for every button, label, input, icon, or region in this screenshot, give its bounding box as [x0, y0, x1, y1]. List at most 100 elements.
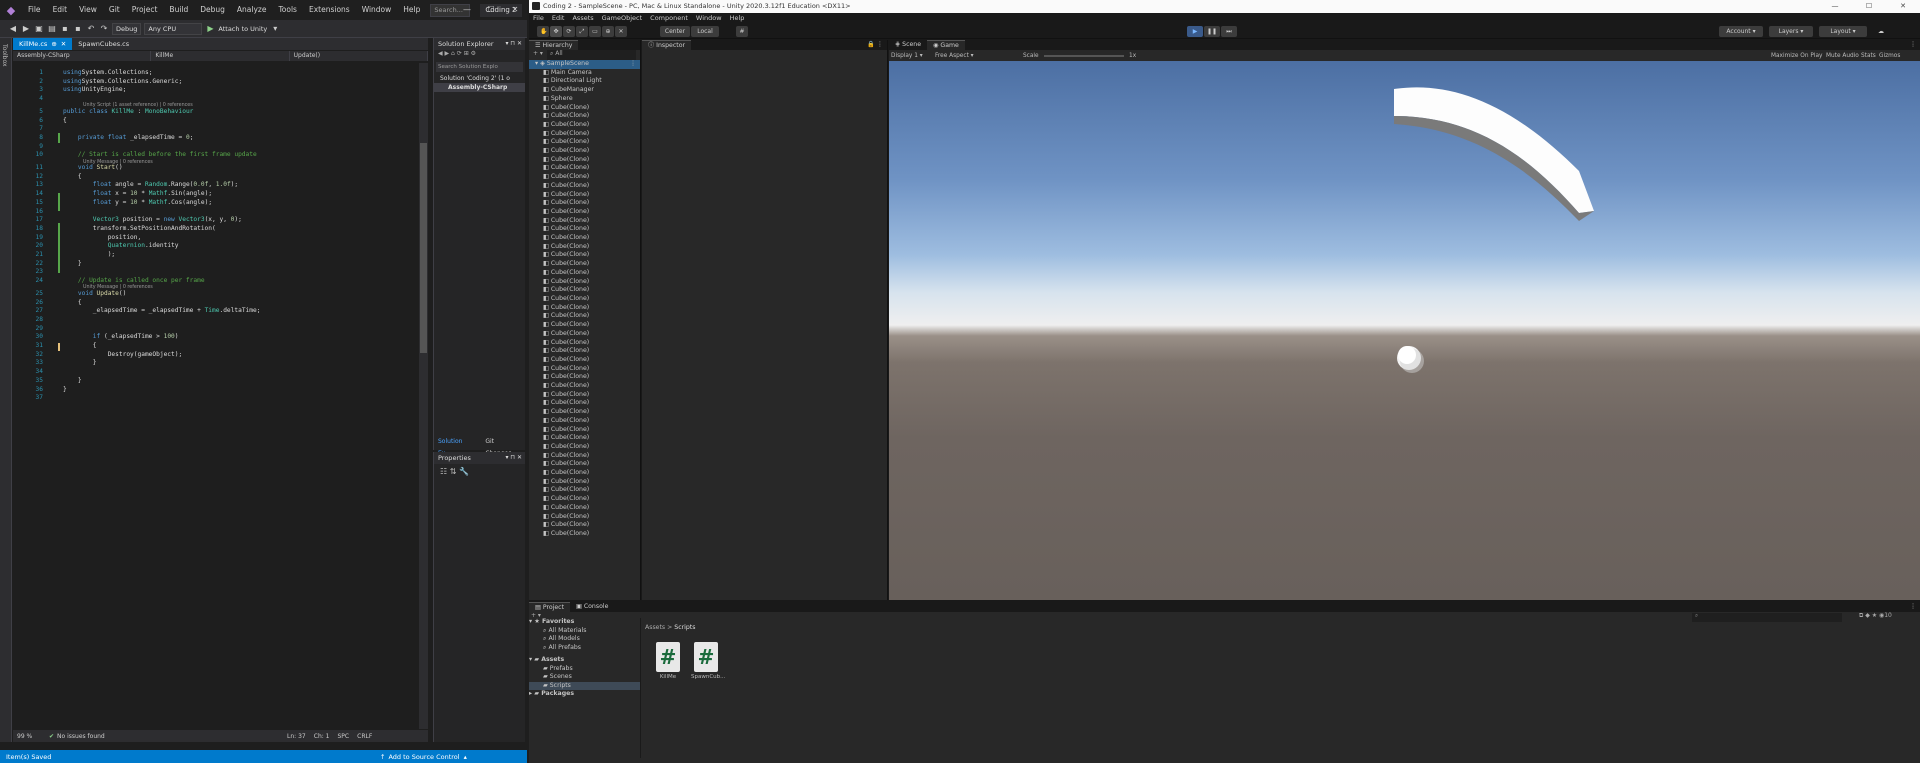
project-node[interactable]: Assembly-CSharp: [434, 83, 525, 92]
lock-icon[interactable]: 🔒 ⋮: [867, 40, 887, 50]
code-line[interactable]: Destroy(gameObject);: [63, 351, 183, 358]
code-line[interactable]: float x = 10 * Mathf.Sin(angle);: [63, 190, 212, 197]
script-file-spawncubes[interactable]: # SpawnCub...: [691, 642, 725, 680]
hierarchy-item-cube-clone[interactable]: ◧ Cube(Clone): [535, 156, 640, 165]
scale-tool-icon[interactable]: ⤢: [576, 26, 588, 37]
hierarchy-item-cube-clone[interactable]: ◧ Cube(Clone): [535, 356, 640, 365]
close-icon[interactable]: ✕: [1886, 0, 1920, 13]
breadcrumb-scripts[interactable]: Scripts: [674, 624, 695, 631]
pivot-center-button[interactable]: Center: [660, 26, 690, 37]
folder-item[interactable]: ▰ Scenes: [529, 673, 640, 682]
code-line[interactable]: }: [63, 377, 82, 384]
hierarchy-item-cube-clone[interactable]: ◧ Cube(Clone): [535, 217, 640, 226]
hierarchy-item-cube-clone[interactable]: ◧ Cube(Clone): [535, 138, 640, 147]
gizmos-toggle[interactable]: Gizmos: [1879, 51, 1900, 61]
favorite-item[interactable]: ⌕ All Prefabs: [529, 644, 640, 653]
mute-audio-toggle[interactable]: Mute Audio: [1826, 51, 1859, 61]
editor-vertical-scrollbar[interactable]: [419, 63, 428, 729]
more-icon[interactable]: ⋮: [1910, 602, 1920, 612]
hierarchy-item[interactable]: ◧ Sphere: [535, 95, 640, 104]
unity-menu-item[interactable]: Assets: [568, 13, 597, 24]
maximize-icon[interactable]: ☐: [479, 0, 503, 20]
code-line[interactable]: transform.SetPositionAndRotation(: [63, 225, 216, 232]
vs-menu-item[interactable]: Window: [356, 0, 398, 20]
hierarchy-item-cube-clone[interactable]: ◧ Cube(Clone): [535, 251, 640, 260]
hierarchy-item-cube-clone[interactable]: ◧ Cube(Clone): [535, 330, 640, 339]
source-control-button[interactable]: Add to Source Control: [388, 753, 459, 761]
hierarchy-item-cube-clone[interactable]: ◧ Cube(Clone): [535, 513, 640, 522]
hierarchy-item-cube-clone[interactable]: ◧ Cube(Clone): [535, 339, 640, 348]
maximize-icon[interactable]: ☐: [1852, 0, 1886, 13]
hierarchy-item-cube-clone[interactable]: ◧ Cube(Clone): [535, 234, 640, 243]
hierarchy-item-cube-clone[interactable]: ◧ Cube(Clone): [535, 504, 640, 513]
tab-game[interactable]: ◉ Game: [927, 40, 965, 50]
hierarchy-item-cube-clone[interactable]: ◧ Cube(Clone): [535, 530, 640, 539]
code-area[interactable]: 1 usingSystem.Collections; 2 usingSystem.Co…: [13, 63, 418, 729]
hierarchy-item-cube-clone[interactable]: ◧ Cube(Clone): [535, 408, 640, 417]
hierarchy-item-cube-clone[interactable]: ◧ Cube(Clone): [535, 295, 640, 304]
hierarchy-item-cube-clone[interactable]: ◧ Cube(Clone): [535, 321, 640, 330]
pin-icon[interactable]: ⊕: [51, 38, 56, 50]
code-line[interactable]: }: [63, 359, 97, 366]
hierarchy-item-cube-clone[interactable]: ◧ Cube(Clone): [535, 112, 640, 121]
code-line[interactable]: usingUnityEngine;: [63, 86, 126, 93]
code-line[interactable]: );: [63, 251, 115, 258]
hierarchy-item-cube-clone[interactable]: ◧ Cube(Clone): [535, 373, 640, 382]
cloud-icon[interactable]: ☁: [1874, 26, 1888, 37]
code-line[interactable]: usingSystem.Collections.Generic;: [63, 78, 182, 85]
hierarchy-item-cube-clone[interactable]: ◧ Cube(Clone): [535, 486, 640, 495]
tab-hierarchy[interactable]: ☰ Hierarchy: [529, 40, 579, 50]
tab-project[interactable]: ▤ Project: [529, 602, 570, 612]
hierarchy-item-cube-clone[interactable]: ◧ Cube(Clone): [535, 391, 640, 400]
breadcrumb-assets[interactable]: Assets: [645, 624, 665, 631]
codelens-hint[interactable]: Unity Message | 0 references: [83, 160, 153, 165]
code-line[interactable]: position,: [63, 234, 142, 241]
hierarchy-item-cube-clone[interactable]: ◧ Cube(Clone): [535, 495, 640, 504]
unity-menu-item[interactable]: File: [529, 13, 548, 24]
hierarchy-item-cube-clone[interactable]: ◧ Cube(Clone): [535, 365, 640, 374]
vs-menu-item[interactable]: File: [22, 0, 47, 20]
code-line[interactable]: {: [63, 117, 67, 124]
maximize-on-play-toggle[interactable]: Maximize On Play: [1771, 51, 1822, 61]
scene-node[interactable]: ▾ ◈ SampleScene ⋮: [529, 60, 640, 69]
code-line[interactable]: {: [63, 299, 82, 306]
solution-node[interactable]: Solution 'Coding 2' (1 o: [434, 74, 525, 83]
move-tool-icon[interactable]: ✥: [550, 26, 562, 37]
scale-slider[interactable]: [1044, 55, 1124, 57]
game-viewport[interactable]: [889, 61, 1920, 600]
codelens-hint[interactable]: Unity Message | 0 references: [83, 285, 153, 290]
minimize-icon[interactable]: —: [1818, 0, 1852, 13]
vs-menu-item[interactable]: Tools: [272, 0, 302, 20]
code-line[interactable]: float y = 10 * Mathf.Cos(angle);: [63, 199, 212, 206]
hierarchy-search-input[interactable]: ⌕ All: [546, 50, 636, 60]
hierarchy-item-cube-clone[interactable]: ◧ Cube(Clone): [535, 164, 640, 173]
hierarchy-item-cube-clone[interactable]: ◧ Cube(Clone): [535, 426, 640, 435]
unity-menu-item[interactable]: Edit: [548, 13, 569, 24]
close-icon[interactable]: ✕: [503, 0, 527, 20]
folder-item[interactable]: ▰ Scripts: [529, 681, 640, 690]
hierarchy-item-cube-clone[interactable]: ◧ Cube(Clone): [535, 478, 640, 487]
toolbox-strip[interactable]: Toolbox: [0, 38, 12, 742]
hierarchy-item-cube-clone[interactable]: ◧ Cube(Clone): [535, 278, 640, 287]
new-file-icon[interactable]: ▣: [34, 24, 44, 34]
hierarchy-item-cube-clone[interactable]: ◧ Cube(Clone): [535, 399, 640, 408]
folder-item[interactable]: ▰ Prefabs: [529, 665, 640, 674]
close-icon[interactable]: ▾ ⊓ ✕: [505, 38, 522, 50]
vs-menu-item[interactable]: View: [73, 0, 103, 20]
properties-toolbar[interactable]: ☷ ⇅ 🔧: [434, 464, 525, 478]
hierarchy-item-cube-clone[interactable]: ◧ Cube(Clone): [535, 521, 640, 530]
hierarchy-item-cube-clone[interactable]: ◧ Cube(Clone): [535, 225, 640, 234]
play-icon[interactable]: ▶: [205, 24, 215, 34]
hierarchy-item-cube-clone[interactable]: ◧ Cube(Clone): [535, 312, 640, 321]
layers-dropdown[interactable]: Layers ▾: [1769, 26, 1813, 37]
code-line[interactable]: // Start is called before the first fram…: [63, 151, 257, 158]
hierarchy-item-cube-clone[interactable]: ◧ Cube(Clone): [535, 304, 640, 313]
issues-status[interactable]: No issues found: [57, 733, 207, 740]
play-button[interactable]: ▶: [1187, 26, 1203, 37]
hierarchy-item-cube-clone[interactable]: ◧ Cube(Clone): [535, 452, 640, 461]
tab-solution-explorer[interactable]: Solution Ex...: [434, 436, 481, 457]
hierarchy-item-cube-clone[interactable]: ◧ Cube(Clone): [535, 121, 640, 130]
hierarchy-item[interactable]: ◧ Main Camera: [535, 69, 640, 78]
custom-tool-icon[interactable]: ✕: [615, 26, 627, 37]
display-dropdown[interactable]: Display 1 ▾: [891, 51, 923, 61]
